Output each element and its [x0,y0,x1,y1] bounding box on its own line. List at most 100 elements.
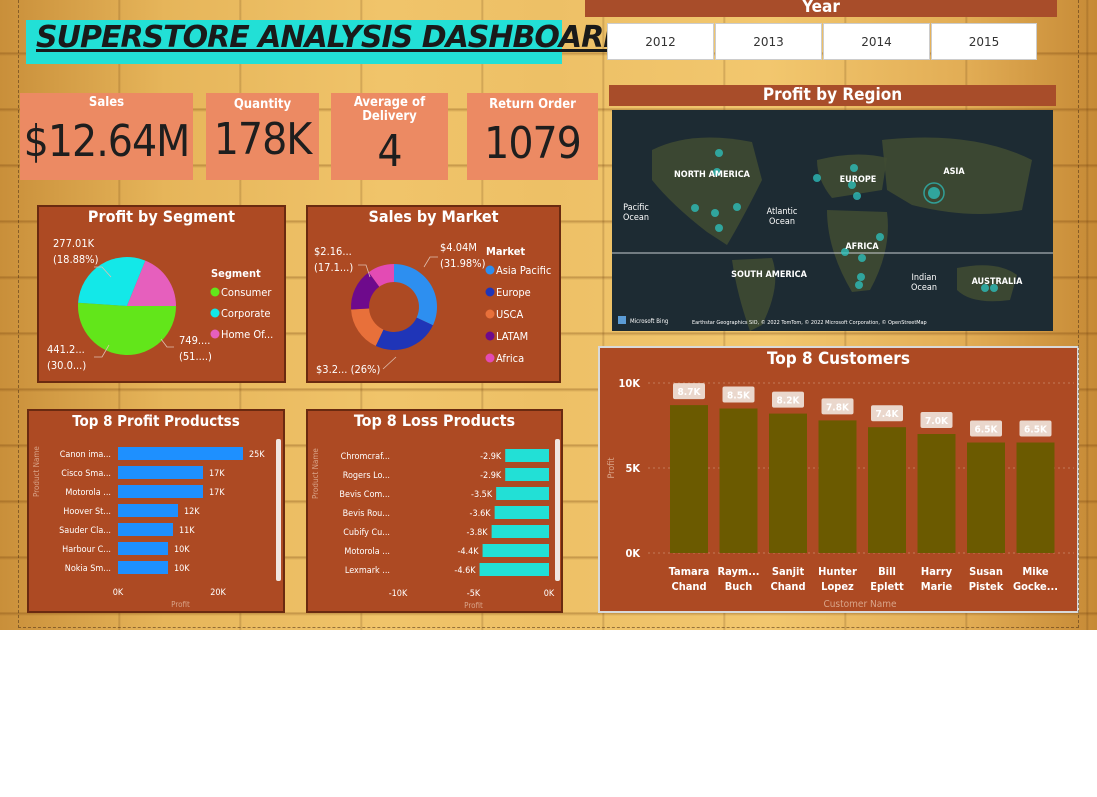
data-label: 17K [209,469,225,479]
kpi-card-quantity: Quantity 178K [206,93,319,180]
category-label: Sanjit [772,565,805,578]
category-label: Bevis Com... [339,490,390,500]
data-label: (18.88%) [53,253,99,266]
bar [118,561,168,574]
bar [491,525,549,538]
top8-loss-products-chart: Product Name Chromcraf... -2.9K Rogers Lo..… [311,439,560,610]
map-label: EUROPE [840,175,877,185]
legend-entry: Africa [496,352,524,365]
leader-line [382,356,397,370]
legend-entry: Home Of... [221,328,273,341]
top8-customers-panel[interactable]: Top 8 Customers 0K 5K 10K Profit 8.7K Tamara C… [598,346,1079,613]
profit-bubble [850,164,858,172]
data-label: 8.5K [727,391,751,402]
map-label: NORTH AMERICA [674,170,751,180]
profit-bubble [691,204,699,212]
dashboard-title-box: SUPERSTORE ANALYSIS DASHBOARD [26,20,628,64]
data-label: 12K [184,507,200,517]
legend-entry: LATAM [496,330,528,343]
map-label: SOUTH AMERICA [731,270,807,280]
data-label: $3.2... (26%) [316,363,380,376]
x-tick-label: 0K [544,589,555,599]
leader-line [160,338,174,348]
year-option-2013[interactable]: 2013 [715,23,822,60]
year-option-2012[interactable]: 2012 [607,23,714,60]
y-axis-label: Profit [607,457,617,478]
map-label: Atlantic [767,207,798,217]
category-label: Chand [671,580,706,593]
category-label: Pistek [969,580,1004,593]
map-label: Indian [911,273,936,283]
data-label: 8.2K [777,396,801,407]
legend-title: Segment [211,267,261,280]
category-label: Harry [921,565,953,578]
category-label: Canon ima... [60,450,111,460]
kpi-card-delivery: Average of Delivery 4 [331,93,448,180]
legend-entry: Europe [496,286,531,299]
bing-logo-text: Microsoft Bing [630,318,668,325]
bar [917,434,956,553]
category-label: Hoover St... [63,507,111,517]
data-label: 441.2... [47,343,85,356]
top8-profit-products-chart: Product Name Canon ima... 25K Cisco Sma... 1… [32,439,281,609]
category-label: Motorola ... [344,547,390,557]
sales-by-market-panel[interactable]: Sales by Market Market Asia Pacific Europe… [306,205,561,383]
scrollbar [555,439,560,581]
profit-by-segment-panel[interactable]: Profit by Segment Segment Consumer Corpora… [37,205,286,383]
data-label: (31.98%) [440,257,486,270]
profit-bubble [715,224,723,232]
kpi-value: 4 [377,126,402,177]
bar [719,408,758,553]
bing-logo-icon [618,316,626,324]
legend-marker [485,265,495,275]
profit-by-region-map[interactable]: NORTH AMERICA EUROPE ASIA AFRICA SOUTH AMERI… [612,110,1053,331]
category-label: Raym... [717,565,759,578]
kpi-label: Average of Delivery [353,95,426,124]
bar [818,420,857,553]
profit-bubble [857,273,865,281]
bar [505,449,549,462]
map-label: Ocean [911,283,937,293]
data-label: 25K [249,450,265,460]
y-tick-label: 5K [625,462,640,475]
category-label: Nokia Sm... [65,564,111,574]
category-label: Gocke... [1013,580,1058,593]
bar [482,544,549,557]
year-option-2015[interactable]: 2015 [931,23,1037,60]
data-label: 10K [174,545,190,555]
bar [670,405,708,553]
top8-profit-products-panel[interactable]: Top 8 Profit Productss Product Name Canon… [27,409,285,613]
data-label: -4.4K [457,547,479,557]
category-label: Harbour C... [62,545,111,555]
category-label: Sauder Cla... [59,526,111,536]
bar [118,447,243,460]
legend-marker [485,331,495,341]
north-america-land [652,137,762,245]
map-label: AUSTRALIA [972,277,1024,287]
kpi-card-sales: Sales $12.64M [20,93,193,180]
x-axis-label: Profit [464,601,483,610]
top8-customers-chart: 0K 5K 10K Profit 8.7K Tamara Chand 8.5K Raym... B… [607,377,1074,610]
year-option-2014[interactable]: 2014 [823,23,930,60]
pie-slice-1 [78,302,176,356]
top8-loss-products-panel[interactable]: Top 8 Loss Products Product Name Chromcra… [306,409,563,613]
data-label: 7.4K [876,409,900,420]
profit-bubble [876,233,884,241]
data-label: -3.8K [467,528,489,538]
category-label: Mike [1022,565,1049,578]
bar [118,485,203,498]
category-label: Eplett [870,580,904,593]
sales-by-market-chart: Market Asia Pacific Europe USCA LATAM Africa $… [314,241,551,376]
category-label: Bevis Rou... [343,509,390,519]
bar [868,427,906,553]
category-label: Bill [878,565,896,578]
profit-bubble [928,187,940,199]
data-label: 6.5K [975,425,999,436]
world-map: NORTH AMERICA EUROPE ASIA AFRICA SOUTH AMERI… [612,137,1053,331]
x-tick-label: -10K [389,589,408,599]
data-label: 11K [179,526,195,536]
kpi-card-return-order: Return Order 1079 [467,93,598,180]
kpi-label: Return Order [489,97,576,112]
x-tick-label: 0K [113,588,124,598]
profit-bubble [711,209,719,217]
